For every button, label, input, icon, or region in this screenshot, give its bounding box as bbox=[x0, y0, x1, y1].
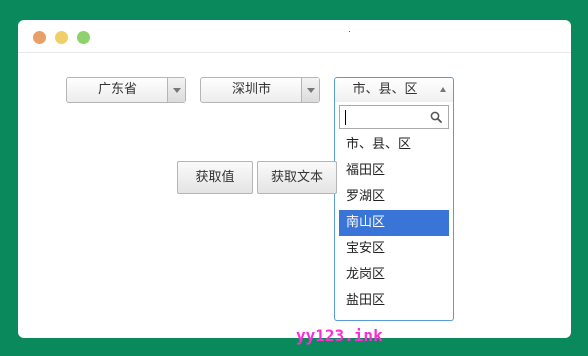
city-select-toggle[interactable] bbox=[301, 78, 319, 102]
get-value-button[interactable]: 获取值 bbox=[177, 161, 253, 194]
close-window-button[interactable] bbox=[33, 31, 46, 44]
district-option[interactable]: 市、县、区 bbox=[339, 132, 449, 158]
chevron-up-icon[interactable] bbox=[440, 87, 446, 92]
city-select[interactable]: 深圳市 bbox=[200, 77, 320, 103]
app-window: 广东省 深圳市 市、县、区 市、县、区 福田区 罗湖区 南山区 宝安区 龙岗区 bbox=[18, 20, 571, 338]
title-dot bbox=[349, 31, 350, 32]
district-select-value: 市、县、区 bbox=[352, 82, 418, 97]
province-select-toggle[interactable] bbox=[167, 78, 185, 102]
text-caret bbox=[345, 110, 346, 125]
district-option[interactable]: 龙岗区 bbox=[339, 262, 449, 288]
get-text-button[interactable]: 获取文本 bbox=[257, 161, 337, 194]
district-select[interactable]: 市、县、区 bbox=[334, 77, 454, 103]
watermark: yy123.ink bbox=[296, 326, 383, 345]
district-option[interactable]: 盐田区 bbox=[339, 288, 449, 314]
province-select[interactable]: 广东省 bbox=[66, 77, 186, 103]
district-options-list: 市、县、区 福田区 罗湖区 南山区 宝安区 龙岗区 盐田区 bbox=[339, 132, 449, 314]
title-bar bbox=[18, 20, 571, 53]
maximize-window-button[interactable] bbox=[77, 31, 90, 44]
district-option[interactable]: 罗湖区 bbox=[339, 184, 449, 210]
search-icon bbox=[430, 111, 442, 123]
district-dropdown: 市、县、区 福田区 罗湖区 南山区 宝安区 龙岗区 盐田区 bbox=[334, 102, 454, 321]
province-select-value: 广东省 bbox=[97, 82, 137, 97]
chevron-down-icon bbox=[173, 88, 181, 93]
chevron-down-icon bbox=[307, 88, 315, 93]
city-select-value: 深圳市 bbox=[231, 82, 271, 97]
district-option[interactable]: 南山区 bbox=[339, 210, 449, 236]
district-search-input[interactable] bbox=[339, 105, 449, 129]
district-option[interactable]: 宝安区 bbox=[339, 236, 449, 262]
minimize-window-button[interactable] bbox=[55, 31, 68, 44]
district-option[interactable]: 福田区 bbox=[339, 158, 449, 184]
